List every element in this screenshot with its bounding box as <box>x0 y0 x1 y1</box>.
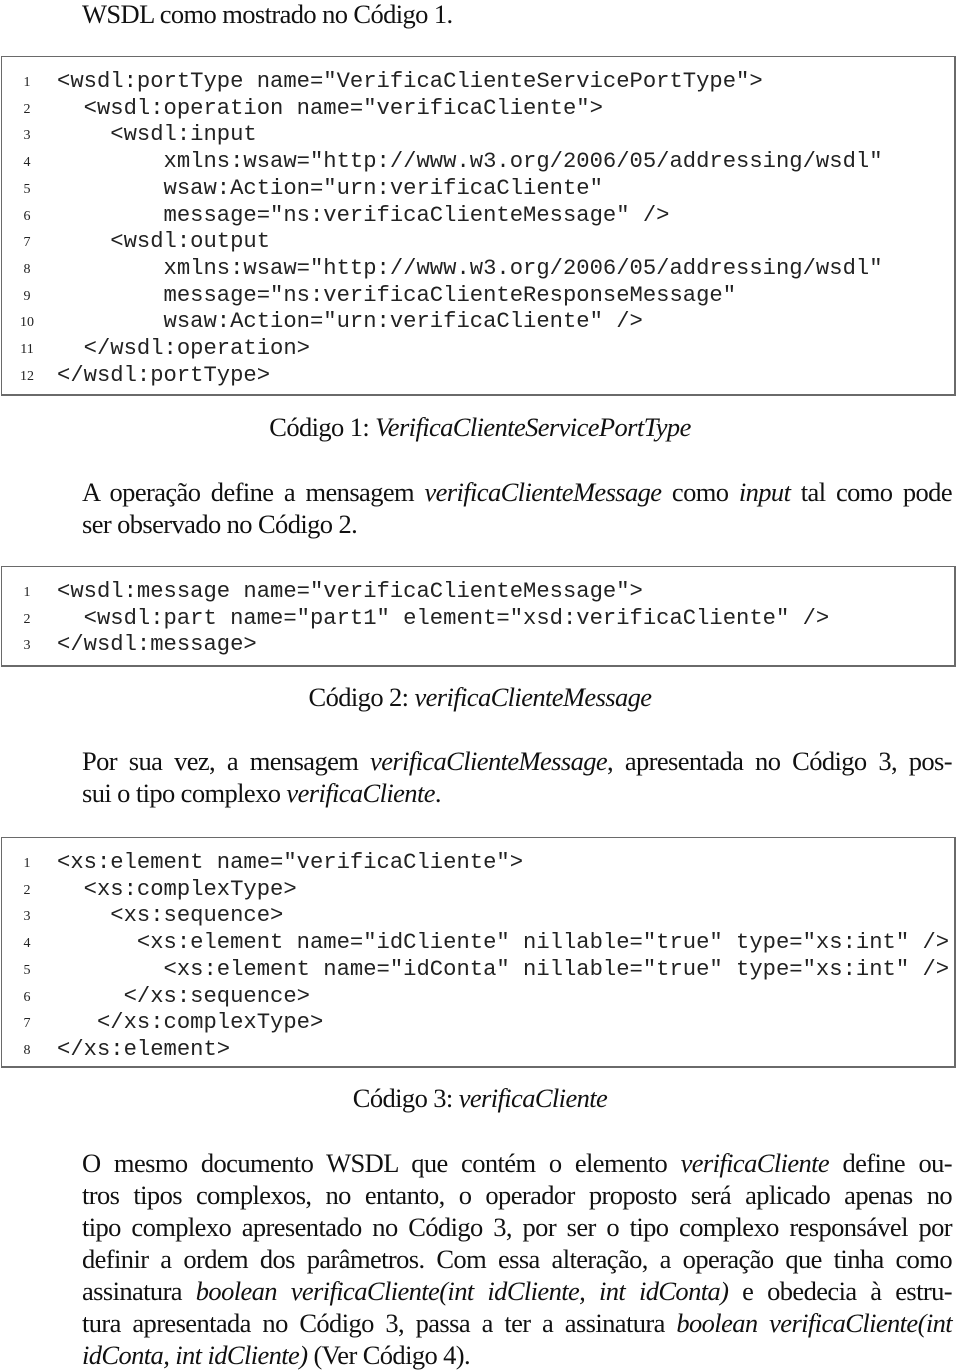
paragraph-line: tros tipos complexos, no entanto, o oper… <box>82 1180 953 1210</box>
text-run: tal como pode <box>790 477 953 507</box>
code-caption-1: Código 1: VerificaClienteServicePortType <box>0 411 960 443</box>
paragraph-line: idConta, int idCliente) (Ver Código 4). <box>82 1339 952 1371</box>
line-number: 7 <box>23 235 31 251</box>
line-number: 2 <box>23 611 31 627</box>
paragraph-line: O mesmo documento WSDL que contém o elem… <box>82 1147 953 1179</box>
paragraph-line: definir a ordem dos parâmetros. Com essa… <box>82 1244 953 1274</box>
code-caption-2: Código 2: verificaClienteMessage <box>0 681 960 713</box>
code-text: </xs:complexType> <box>57 1010 324 1036</box>
line-number: 12 <box>20 368 34 384</box>
text-run: define ou- <box>829 1148 953 1178</box>
code-text: xmlns:wsaw="http://www.w3.org/2006/05/ad… <box>57 149 883 175</box>
paragraph-line: A operação define a mensagem verificaCli… <box>82 476 953 508</box>
paragraph-3: O mesmo documento WSDL que contém o elem… <box>82 1147 953 1371</box>
code-text: </xs:sequence> <box>57 983 310 1009</box>
paragraph-line: tura apresentada no Código 3, passa a te… <box>82 1307 953 1339</box>
text-run: como <box>661 477 739 507</box>
code-caption-3: Código 3: verificaCliente <box>0 1082 960 1114</box>
paragraph-1: A operação define a mensagem verificaCli… <box>82 476 953 540</box>
line-number: 8 <box>23 1042 31 1058</box>
code-text: <wsdl:part name="part1" element="xsd:ver… <box>57 605 830 631</box>
line-number: 3 <box>23 128 31 144</box>
code-text: <xs:complexType> <box>57 876 297 902</box>
caption-name: verificaCliente <box>458 1083 608 1113</box>
code-text: message="ns:verificaClienteResponseMessa… <box>57 282 737 308</box>
emphasis-run: input <box>738 477 791 507</box>
line-number: 2 <box>23 101 31 117</box>
intro-paragraph: WSDL como mostrado no Código 1. <box>82 0 952 30</box>
code-text: wsaw:Action="urn:verificaCliente" /> <box>57 309 643 335</box>
paragraph-line: assinatura boolean verificaCliente(int i… <box>82 1275 953 1307</box>
text-run: assinatura <box>82 1276 196 1306</box>
caption-prefix: Código 2: <box>308 682 415 712</box>
line-number: 4 <box>23 155 31 171</box>
line-number: 1 <box>23 75 31 90</box>
emphasis-run: verificaClienteMessage <box>370 746 608 776</box>
line-number: 2 <box>23 882 31 898</box>
caption-prefix: Código 3: <box>352 1083 459 1113</box>
code-block-2: 1 <wsdl:message name="verificaClienteMess… <box>1 566 956 667</box>
code-text: wsaw:Action="urn:verificaCliente" <box>57 175 603 201</box>
code-text: <xs:element name="idCliente" nillable="t… <box>57 930 950 956</box>
line-number: 9 <box>23 288 31 304</box>
code-text: <xs:sequence> <box>57 903 284 929</box>
emphasis-run: verificaClienteMessage <box>424 477 662 507</box>
line-number: 1 <box>23 856 31 871</box>
text-run: Por sua vez, a mensagem <box>82 746 371 776</box>
code-text: <xs:element name="verificaCliente"> <box>57 850 524 875</box>
code-text: </wsdl:operation> <box>57 336 310 361</box>
emphasis-run: idConta, int idCliente) <box>82 1340 308 1370</box>
code-text: xmlns:wsaw="http://www.w3.org/2006/05/ad… <box>57 255 883 281</box>
code-block-3: 1 <xs:element name="verificaCliente"> 2 <x… <box>1 837 956 1068</box>
code-text: </xs:element> <box>57 1036 231 1062</box>
line-number: 6 <box>23 989 31 1005</box>
caption-name: VerificaClienteServicePortType <box>375 412 691 442</box>
line-number: 5 <box>23 181 31 197</box>
line-number: 3 <box>23 638 31 654</box>
paragraph-2: Por sua vez, a mensagem verificaClienteM… <box>82 745 953 809</box>
paragraph-line: Por sua vez, a mensagem verificaClienteM… <box>82 745 953 777</box>
line-number: 1 <box>23 585 31 600</box>
code-text: <wsdl:message name="verificaClienteMessa… <box>57 579 643 604</box>
line-number: 8 <box>23 261 31 277</box>
line-number: 7 <box>23 1016 31 1032</box>
text-run: A operação define a mensagem <box>82 477 425 507</box>
text-run: O mesmo documento WSDL que contém o elem… <box>82 1148 681 1178</box>
caption-name: verificaClienteMessage <box>414 682 652 712</box>
text-run: e obedecia à estru- <box>728 1276 952 1306</box>
emphasis-run: boolean verificaCliente(int idCliente, i… <box>195 1276 729 1306</box>
code-text: <xs:element name="idConta" nillable="tru… <box>57 956 950 982</box>
caption-prefix: Código 1: <box>269 412 376 442</box>
line-number: 10 <box>20 315 34 331</box>
emphasis-run: verificaCliente <box>286 778 435 808</box>
text-run: tura apresentada no Código 3, passa a te… <box>82 1308 677 1338</box>
code-text: </wsdl:portType> <box>57 362 271 388</box>
emphasis-run: verificaCliente <box>680 1148 830 1178</box>
paragraph-line: tipo complexo apresentado no Código 3, p… <box>82 1212 953 1242</box>
paragraph-line: ser observado no Código 2. <box>82 509 358 539</box>
code-text: <wsdl:input <box>57 122 257 148</box>
code-text: </wsdl:message> <box>57 632 257 658</box>
text-run: sui o tipo complexo <box>82 778 287 808</box>
intro-text: WSDL como mostrado no Código 1. <box>82 0 453 29</box>
paragraph-line: sui o tipo complexo verificaCliente. <box>82 777 952 809</box>
line-number: 5 <box>23 962 31 978</box>
line-number: 11 <box>20 342 34 357</box>
text-run: . <box>434 778 442 808</box>
line-number: 6 <box>23 208 31 224</box>
emphasis-run: boolean verificaCliente(int <box>676 1308 952 1338</box>
text-run: , apresentada no Código 3, pos- <box>607 746 953 776</box>
code-block-1: 1 <wsdl:portType name="VerificaClienteSer… <box>1 56 956 396</box>
code-text: <wsdl:portType name="VerificaClienteServ… <box>57 69 763 94</box>
code-text: <wsdl:operation name="verificaCliente"> <box>57 95 603 121</box>
line-number: 4 <box>23 936 31 952</box>
line-number: 3 <box>23 909 31 925</box>
code-text: message="ns:verificaClienteMessage" /> <box>57 202 670 228</box>
text-run: (Ver Código 4). <box>307 1340 471 1370</box>
code-text: <wsdl:output <box>57 229 271 255</box>
